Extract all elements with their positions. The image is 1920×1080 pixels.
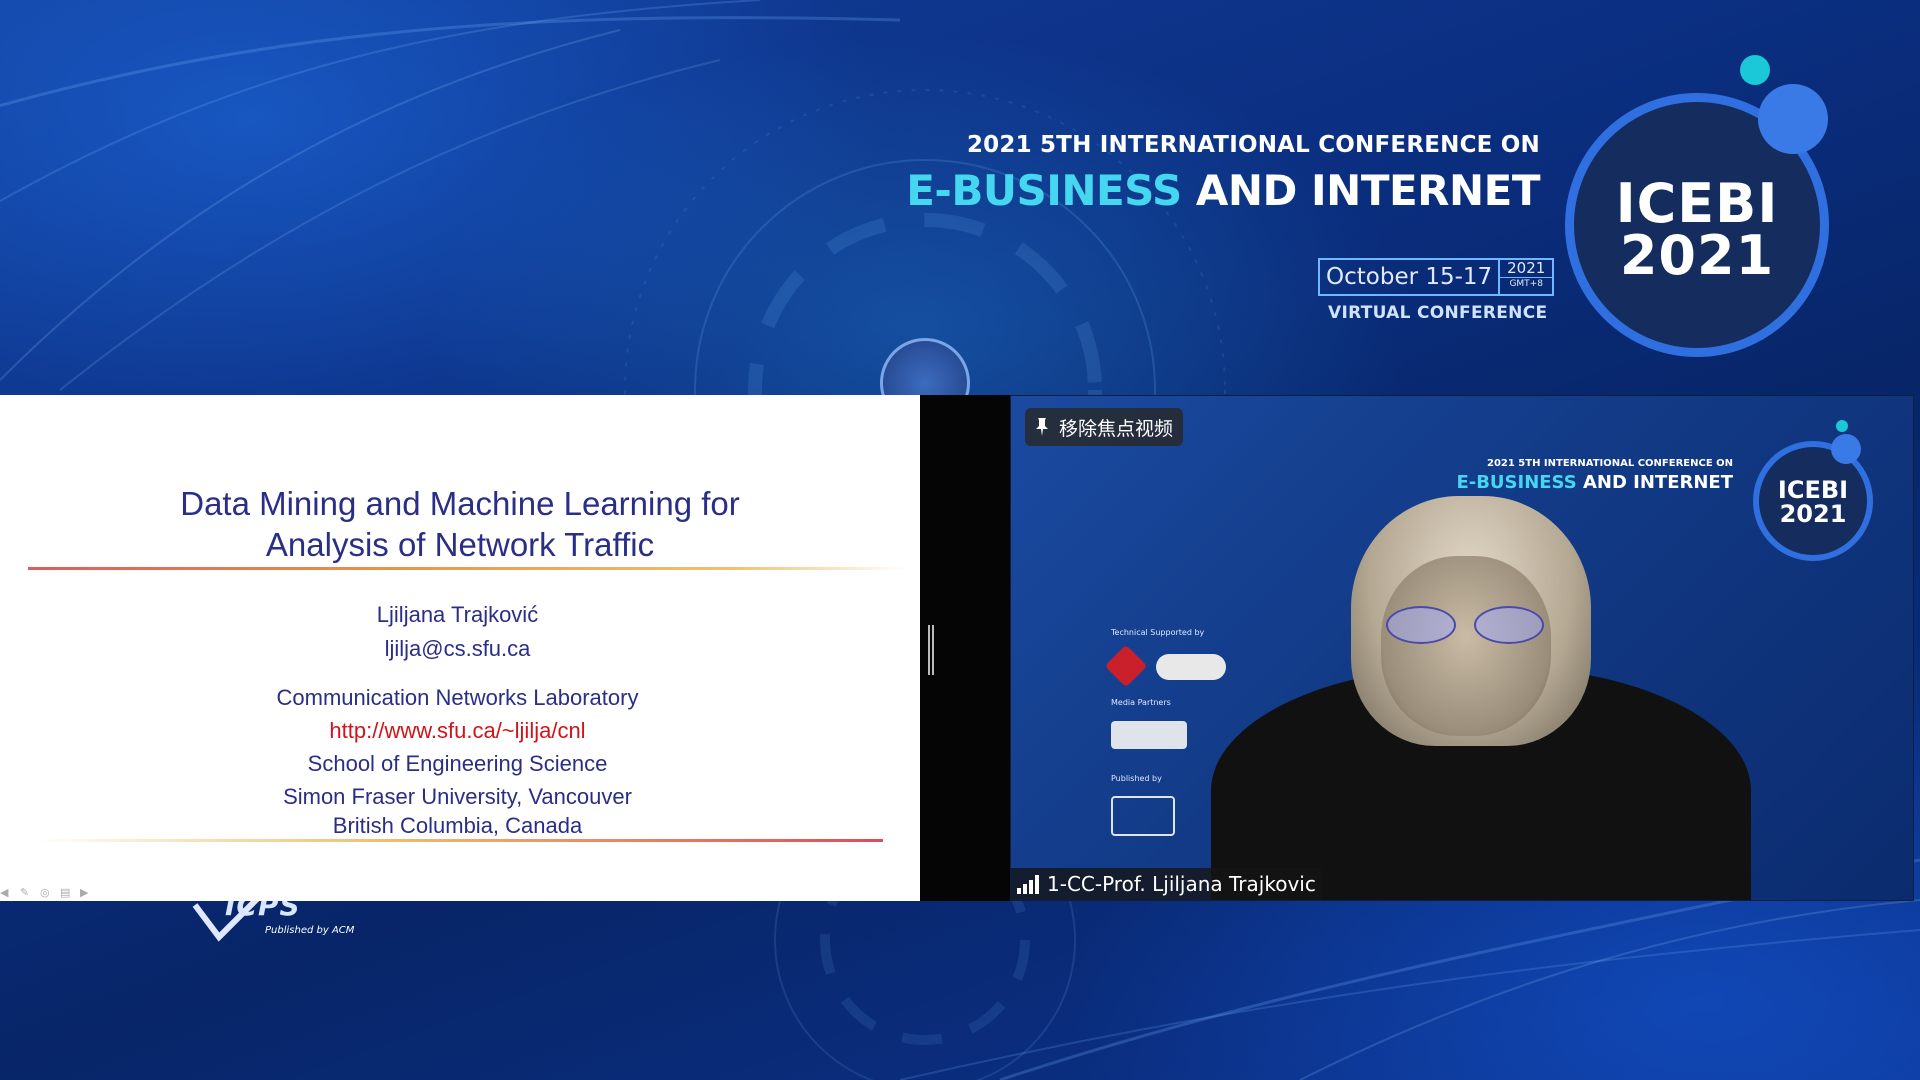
video-bg-media-partners: Media Partners [1111,698,1171,707]
conference-type: VIRTUAL CONFERENCE [1328,303,1548,323]
video-bg-title-accent: E-BUSINESS [1456,472,1577,493]
participant-name: 1-CC-Prof. Ljiljana Trajkovic [1047,872,1316,896]
slide-divider-bottom [35,839,883,842]
pin-icon [1036,418,1048,436]
signal-strength-icon [1017,874,1039,894]
sponsor-logo [1104,644,1148,688]
video-bg-published-by: Published by [1111,774,1162,783]
shared-slide: Data Mining and Machine Learning for Ana… [0,395,920,901]
conference-title-accent: E-BUSINESS [906,166,1182,215]
conference-dates: October 15-17 [1320,260,1501,294]
video-bg-logo-line2: 2021 [1779,500,1847,528]
logo-line1: ICEBI [1615,172,1779,235]
splitter-handle[interactable] [928,625,934,675]
video-bg-logo: ICEBI 2021 [1753,478,1873,526]
next-arrow-icon[interactable]: ▶ [80,887,94,899]
slide-email: ljilja@cs.sfu.ca [384,636,531,661]
slide-author: Ljiljana Trajković [376,602,539,627]
unpin-video-button[interactable]: 移除焦点视频 [1025,408,1184,446]
zoom-icon[interactable]: ◎ [40,887,54,899]
publisher-logo [1111,796,1175,836]
pen-icon[interactable]: ✎ [20,887,34,899]
prev-arrow-icon[interactable]: ◀ [0,887,14,899]
video-bg-logo-dot [1836,420,1848,432]
media-partner-logo [1111,721,1187,749]
logo-line2: 2021 [1619,224,1775,287]
video-bg-title: E-BUSINESS AND INTERNET [1456,472,1733,493]
conference-header: 2021 5TH INTERNATIONAL CONFERENCE ON E-B… [906,132,1540,215]
slide-toolbar: ◀ ✎ ◎ ▤ ▶ [0,887,94,899]
slide-url-link[interactable]: http://www.sfu.ca/~ljilja/cnl [0,718,915,744]
conference-logo: ICEBI 2021 [1565,172,1829,287]
logo-dot-small [1740,55,1770,85]
video-bg-title-rest: AND INTERNET [1576,472,1733,493]
slide-title-line2: Analysis of Network Traffic [265,526,655,563]
conference-year: 2021 [1507,259,1546,277]
slide-title: Data Mining and Machine Learning for Ana… [0,483,920,565]
slide-lab: Communication Networks Laboratory [276,685,639,710]
conference-title-rest: AND INTERNET [1181,166,1541,215]
slide-title-line1: Data Mining and Machine Learning for [180,485,740,522]
logo-dot-large [1758,84,1828,154]
speaker-video[interactable]: 2021 5TH INTERNATIONAL CONFERENCE ON E-B… [1010,395,1914,901]
speaker-face [1381,556,1551,736]
slide-province: British Columbia, Canada [332,813,583,838]
video-bg-logo-line1: ICEBI [1777,476,1849,504]
slide-university: Simon Fraser University, Vancouver [283,784,632,809]
icps-published-by: Published by ACM [265,925,355,936]
slide-school: School of Engineering Science [307,751,608,776]
conference-dates-box: October 15-17 2021 GMT+8 [1318,258,1555,296]
video-bg-logo-ball [1831,434,1861,464]
conference-subtitle: 2021 5TH INTERNATIONAL CONFERENCE ON [966,132,1540,158]
conference-year-box: 2021 GMT+8 [1500,259,1553,294]
conference-title: E-BUSINESS AND INTERNET [906,166,1540,215]
menu-icon[interactable]: ▤ [60,887,74,899]
conference-timezone: GMT+8 [1500,277,1553,290]
participant-name-tag: 1-CC-Prof. Ljiljana Trajkovic [1011,868,1322,900]
unpin-video-label: 移除焦点视频 [1059,417,1174,440]
speaker-person [1191,496,1751,900]
video-bg-subtitle: 2021 5TH INTERNATIONAL CONFERENCE ON [1486,458,1733,469]
speaker-glasses [1386,606,1546,646]
slide-divider-top [28,567,908,570]
